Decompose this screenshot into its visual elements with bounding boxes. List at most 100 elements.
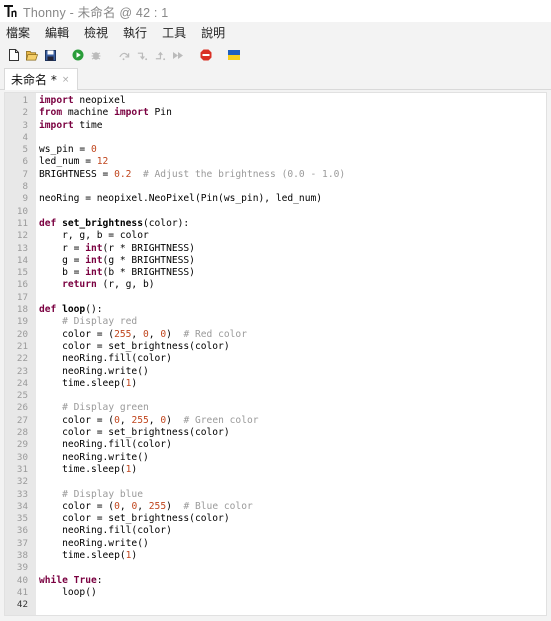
code-text: loop(): [39, 586, 97, 598]
code-line[interactable]: 23 neoRing.write(): [5, 366, 546, 378]
code-line[interactable]: 26 # Display green: [5, 402, 546, 414]
code-line[interactable]: 18 def loop():: [5, 304, 546, 316]
code-line[interactable]: 3 import time: [5, 120, 546, 132]
run-icon[interactable]: [72, 49, 84, 61]
code-line[interactable]: 12 r, g, b = color: [5, 230, 546, 242]
code-line[interactable]: 10: [5, 206, 546, 218]
ukraine-flag-icon[interactable]: [228, 49, 240, 61]
menu-tools[interactable]: 工具: [162, 24, 186, 41]
resume-icon[interactable]: [172, 49, 184, 61]
code-line[interactable]: 14 g = int(g * BRIGHTNESS): [5, 255, 546, 267]
code-line[interactable]: 31 time.sleep(1): [5, 464, 546, 476]
menu-file[interactable]: 檔案: [6, 24, 30, 41]
code-line[interactable]: 7 BRIGHTNESS = 0.2 # Adjust the brightnes…: [5, 169, 546, 181]
line-number: 7: [22, 168, 28, 180]
thonny-logo-icon: [4, 5, 17, 17]
code-line[interactable]: 39: [5, 562, 546, 574]
line-number: 34: [16, 500, 28, 512]
line-number: 30: [16, 451, 28, 463]
code-line[interactable]: 16 return (r, g, b): [5, 279, 546, 291]
tab-close-icon[interactable]: ×: [62, 75, 70, 85]
code-line[interactable]: 13 r = int(r * BRIGHTNESS): [5, 243, 546, 255]
code-text: import neopixel: [39, 95, 126, 106]
step-over-icon[interactable]: [118, 49, 130, 61]
code-text: import time: [39, 119, 103, 131]
code-line[interactable]: 35 color = set_brightness(color): [5, 513, 546, 525]
line-number: 21: [16, 340, 28, 352]
code-line[interactable]: 33 # Display blue: [5, 489, 546, 501]
code-line[interactable]: 2 from machine import Pin: [5, 107, 546, 119]
horizontal-scrollbar[interactable]: [0, 616, 551, 621]
code-line[interactable]: 40 while True:: [5, 575, 546, 587]
line-number: 33: [16, 488, 28, 500]
code-text: BRIGHTNESS = 0.2 # Adjust the brightness…: [39, 168, 346, 180]
menu-run[interactable]: 執行: [123, 24, 147, 41]
code-line[interactable]: 1 import neopixel: [5, 95, 546, 107]
line-number: 4: [22, 131, 28, 143]
code-line[interactable]: 27 color = (0, 255, 0) # Green color: [5, 415, 546, 427]
tab-label: 未命名 *: [11, 73, 57, 87]
line-number: 10: [16, 205, 28, 217]
code-line[interactable]: 38 time.sleep(1): [5, 550, 546, 562]
code-line[interactable]: 20 color = (255, 0, 0) # Red color: [5, 329, 546, 341]
new-file-icon[interactable]: [8, 49, 20, 61]
menu-edit[interactable]: 編輯: [45, 24, 69, 41]
menu-help[interactable]: 說明: [201, 24, 225, 41]
code-text: color = (255, 0, 0) # Red color: [39, 328, 247, 340]
code-line[interactable]: 8: [5, 181, 546, 193]
code-text: color = set_brightness(color): [39, 513, 230, 525]
debug-icon[interactable]: [90, 49, 102, 61]
code-editor[interactable]: 1 import neopixel 2 from machine import Pin…: [4, 92, 547, 616]
code-text: color = set_brightness(color): [39, 427, 230, 439]
code-line[interactable]: 24 time.sleep(1): [5, 378, 546, 390]
code-line[interactable]: 25: [5, 390, 546, 402]
code-text: time.sleep(1): [39, 549, 138, 561]
code-line[interactable]: 4: [5, 132, 546, 144]
line-number: 38: [16, 549, 28, 561]
code-line[interactable]: 37 neoRing.write(): [5, 538, 546, 550]
code-line[interactable]: 28 color = set_brightness(color): [5, 427, 546, 439]
code-line[interactable]: 9 neoRing = neopixel.NeoPixel(Pin(ws_pin)…: [5, 193, 546, 205]
code-line[interactable]: 42: [5, 599, 546, 611]
code-text: led_num = 12: [39, 156, 109, 168]
code-line[interactable]: 36 neoRing.fill(color): [5, 525, 546, 537]
code-line[interactable]: 15 b = int(b * BRIGHTNESS): [5, 267, 546, 279]
code-line[interactable]: 30 neoRing.write(): [5, 452, 546, 464]
code-text: return (r, g, b): [62, 279, 155, 291]
open-file-icon[interactable]: [26, 49, 38, 61]
line-number: 42: [16, 599, 28, 611]
code-line[interactable]: 41 loop(): [5, 587, 546, 599]
line-number: 6: [22, 156, 28, 168]
code-lines: 1 import neopixel 2 from machine import Pin…: [5, 95, 546, 611]
save-file-icon[interactable]: [44, 49, 56, 61]
code-text: # Display red: [62, 316, 138, 328]
code-line[interactable]: 17: [5, 292, 546, 304]
code-text: # Display blue: [62, 488, 143, 500]
code-line[interactable]: 11 def set_brightness(color):: [5, 218, 546, 230]
code-line[interactable]: 34 color = (0, 0, 255) # Blue color: [5, 501, 546, 513]
stop-icon[interactable]: [200, 49, 212, 61]
code-text: neoRing.fill(color): [39, 525, 172, 537]
code-text: def set_brightness(color):: [39, 217, 190, 229]
code-line[interactable]: 21 color = set_brightness(color): [5, 341, 546, 353]
code-line[interactable]: 19 # Display red: [5, 316, 546, 328]
code-line[interactable]: 32: [5, 476, 546, 488]
line-number: 5: [22, 144, 28, 156]
menu-view[interactable]: 檢視: [84, 24, 108, 41]
step-out-icon[interactable]: [154, 49, 166, 61]
line-number: 27: [16, 414, 28, 426]
tab-untitled[interactable]: 未命名 * ×: [4, 68, 79, 90]
toolbar: [0, 43, 551, 67]
code-text: g = int(g * BRIGHTNESS): [39, 254, 195, 266]
code-line[interactable]: 29 neoRing.fill(color): [5, 439, 546, 451]
code-line[interactable]: 22 neoRing.fill(color): [5, 353, 546, 365]
code-line[interactable]: 6 led_num = 12: [5, 156, 546, 168]
code-line[interactable]: 5 ws_pin = 0: [5, 144, 546, 156]
line-number: 2: [22, 107, 28, 119]
line-number: 15: [16, 267, 28, 279]
code-text: neoRing.write(): [39, 451, 149, 463]
code-text: neoRing.fill(color): [39, 439, 172, 451]
code-text: time.sleep(1): [39, 463, 138, 475]
step-into-icon[interactable]: [136, 49, 148, 61]
line-number: 1: [22, 95, 28, 106]
